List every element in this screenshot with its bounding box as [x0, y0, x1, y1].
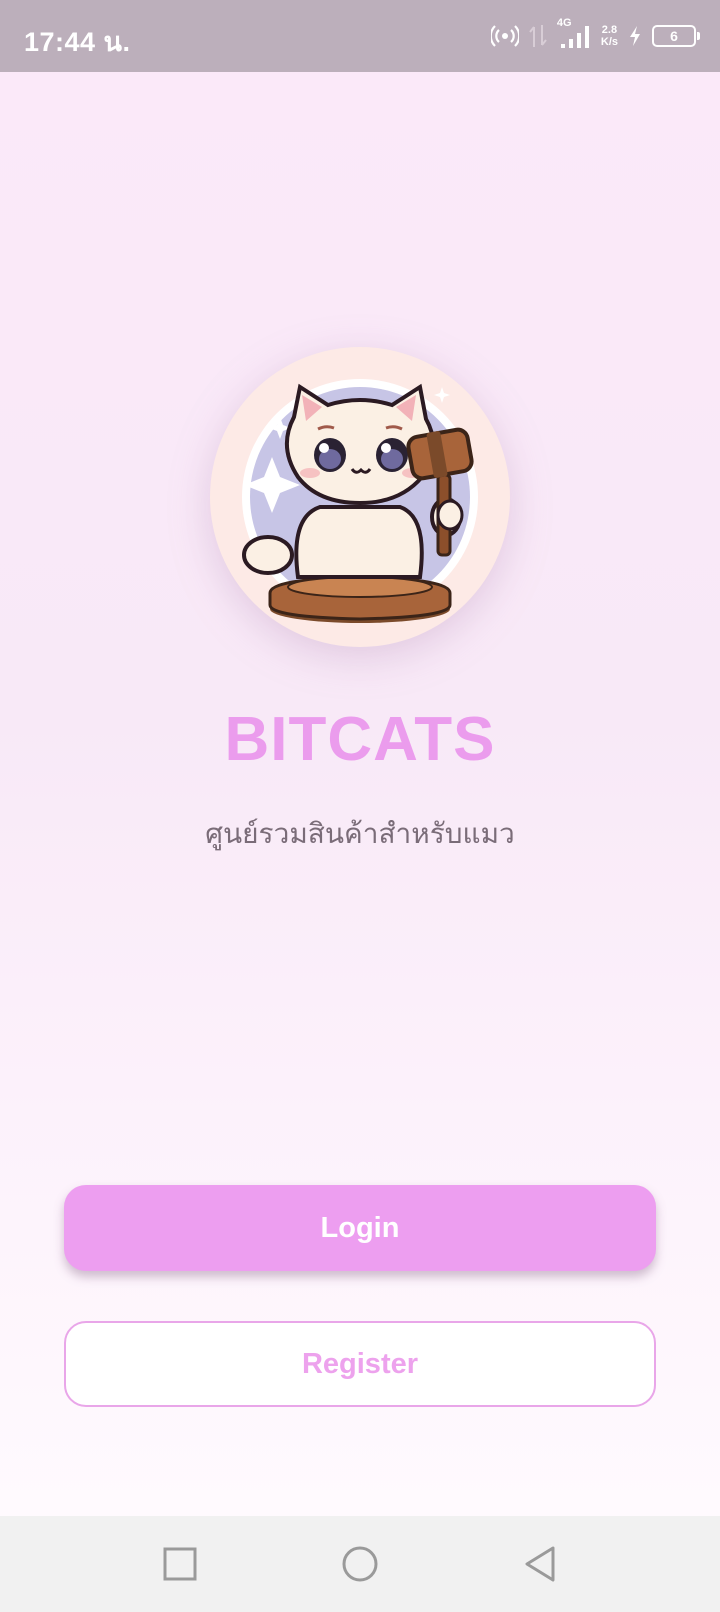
status-bar: 17:44 น. 4G 2.8 K/s 6: [0, 0, 720, 72]
register-button[interactable]: Register: [64, 1321, 656, 1407]
app-subtitle: ศูนย์รวมสินค้าสำหรับแมว: [205, 817, 515, 850]
speed-unit: K/s: [600, 36, 618, 48]
battery-level: 6: [670, 28, 678, 44]
register-button-label: Register: [301, 1347, 419, 1380]
login-button[interactable]: Login: [64, 1185, 656, 1271]
network-speed: 2.8 K/s: [601, 24, 618, 48]
network-type: 4G: [556, 17, 572, 29]
recents-square-icon[interactable]: [156, 1540, 204, 1588]
welcome-screen: BITCATS ศูนย์รวมสินค้าสำหรับแมว Login Re…: [0, 72, 720, 1516]
login-button-label: Login: [320, 1211, 400, 1244]
battery-icon: 6: [652, 25, 700, 47]
cat-gavel-logo: [210, 347, 510, 647]
hotspot-icon: [490, 24, 519, 48]
speed-value: 2.8: [601, 24, 618, 36]
charging-icon: [628, 25, 642, 47]
navigation-bar: [0, 1516, 720, 1612]
back-triangle-icon[interactable]: [516, 1540, 564, 1588]
app-title: BITCATS: [224, 705, 496, 774]
logo-illustration: [242, 379, 478, 623]
signal-icon: 4G: [557, 18, 591, 50]
status-icons: 4G 2.8 K/s 6: [490, 18, 700, 54]
home-circle-icon[interactable]: [336, 1540, 384, 1588]
status-time: 17:44 น.: [24, 27, 131, 57]
data-arrows-icon: [529, 23, 547, 49]
